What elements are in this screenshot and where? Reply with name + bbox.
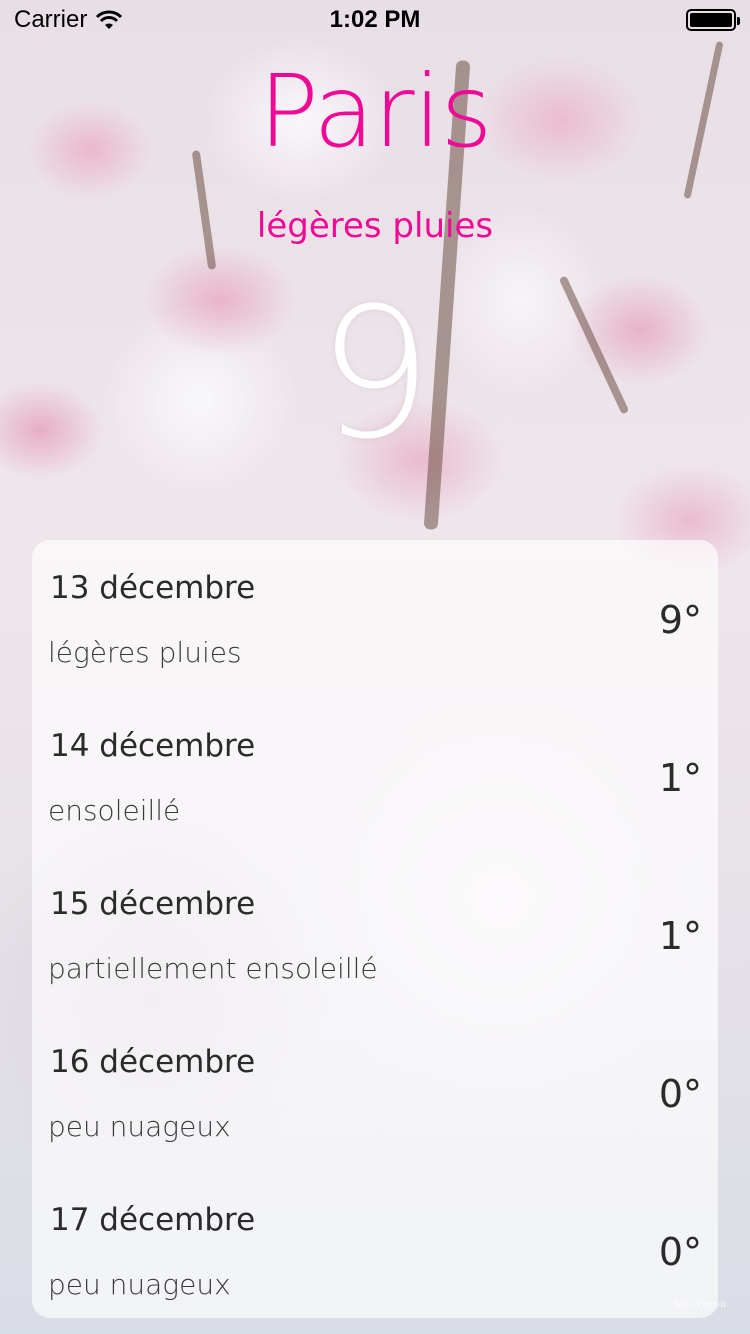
forecast-temperature: 1° xyxy=(658,756,702,800)
weather-screen: Carrier 1:02 PM Paris légères pluies 9 1… xyxy=(0,0,750,1334)
forecast-list[interactable]: 13 décembre légères pluies 9° 14 décembr… xyxy=(32,540,718,1318)
current-condition: légères pluies xyxy=(256,206,494,246)
status-bar: Carrier 1:02 PM xyxy=(0,0,750,40)
current-temperature: 9 xyxy=(317,270,433,479)
forecast-row[interactable]: 17 décembre peu nuageux 0° xyxy=(32,1172,718,1318)
forecast-description: peu nuageux xyxy=(48,1110,231,1143)
wifi-icon xyxy=(96,10,123,29)
forecast-date: 15 décembre xyxy=(50,886,256,922)
forecast-date: 14 décembre xyxy=(50,728,256,764)
forecast-row[interactable]: 13 décembre légères pluies 9° xyxy=(32,540,718,698)
forecast-temperature: 0° xyxy=(658,1230,702,1274)
forecast-description: partiellement ensoleillé xyxy=(48,952,378,985)
battery-icon xyxy=(686,9,740,31)
forecast-date: 17 décembre xyxy=(50,1202,256,1238)
status-left: Carrier xyxy=(14,6,123,34)
forecast-row[interactable]: 16 décembre peu nuageux 0° xyxy=(32,1014,718,1172)
city-name: Paris xyxy=(258,53,492,170)
forecast-row[interactable]: 15 décembre partiellement ensoleillé 1° xyxy=(32,856,718,1014)
forecast-temperature: 9° xyxy=(658,598,702,642)
forecast-temperature: 0° xyxy=(658,1072,702,1116)
forecast-description: peu nuageux xyxy=(48,1268,231,1301)
forecast-temperature: 1° xyxy=(658,914,702,958)
forecast-date: 16 décembre xyxy=(50,1044,256,1080)
battery-level xyxy=(690,13,732,27)
forecast-description: légères pluies xyxy=(48,636,242,669)
watermark: Sky - Genya xyxy=(672,1298,726,1310)
forecast-row[interactable]: 14 décembre ensoleillé 1° xyxy=(32,698,718,856)
forecast-description: ensoleillé xyxy=(48,794,181,827)
carrier-label: Carrier xyxy=(14,6,88,33)
forecast-date: 13 décembre xyxy=(50,570,256,606)
